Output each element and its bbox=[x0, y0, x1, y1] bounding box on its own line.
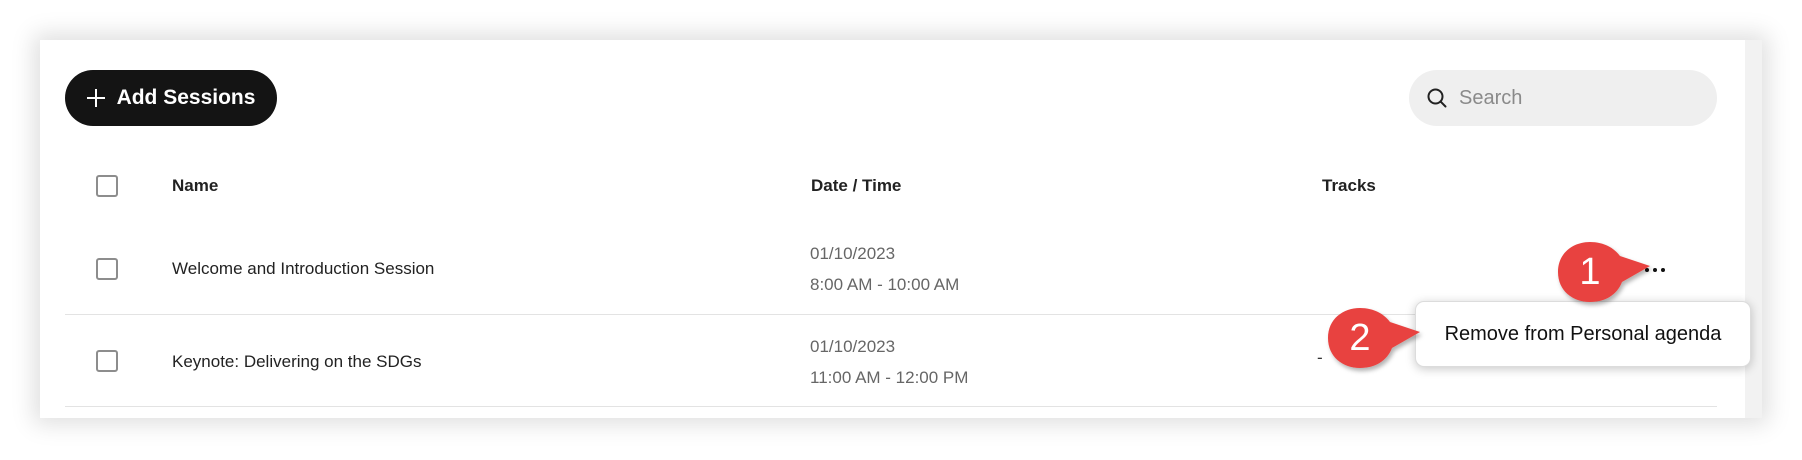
callout-number: 2 bbox=[1349, 316, 1371, 359]
session-time: 11:00 AM - 12:00 PM bbox=[810, 368, 969, 387]
search-icon bbox=[1427, 88, 1447, 108]
callout-number: 1 bbox=[1579, 250, 1601, 293]
row-divider bbox=[65, 406, 1717, 407]
session-name[interactable]: Keynote: Delivering on the SDGs bbox=[172, 352, 421, 372]
search-box[interactable] bbox=[1409, 70, 1717, 126]
session-time: 8:00 AM - 10:00 AM bbox=[810, 275, 960, 294]
search-input[interactable] bbox=[1457, 85, 1691, 111]
add-sessions-button[interactable]: Add Sessions bbox=[65, 70, 277, 126]
step-callout-1: 1 bbox=[1548, 240, 1658, 304]
column-header-datetime[interactable]: Date / Time bbox=[811, 176, 901, 196]
row-checkbox[interactable] bbox=[96, 350, 118, 372]
plus-icon bbox=[86, 89, 105, 107]
column-header-tracks[interactable]: Tracks bbox=[1322, 176, 1376, 196]
column-header-name[interactable]: Name bbox=[172, 176, 218, 196]
remove-from-agenda-menu-item[interactable]: Remove from Personal agenda bbox=[1415, 301, 1751, 367]
row-checkbox[interactable] bbox=[96, 258, 118, 280]
session-date: 01/10/2023 bbox=[810, 244, 896, 263]
add-sessions-label: Add Sessions bbox=[116, 86, 256, 109]
step-callout-2: 2 bbox=[1318, 306, 1428, 370]
select-all-checkbox[interactable] bbox=[96, 175, 118, 197]
session-date: 01/10/2023 bbox=[810, 337, 896, 356]
menu-item-label: Remove from Personal agenda bbox=[1444, 322, 1722, 345]
session-name[interactable]: Welcome and Introduction Session bbox=[172, 259, 434, 279]
